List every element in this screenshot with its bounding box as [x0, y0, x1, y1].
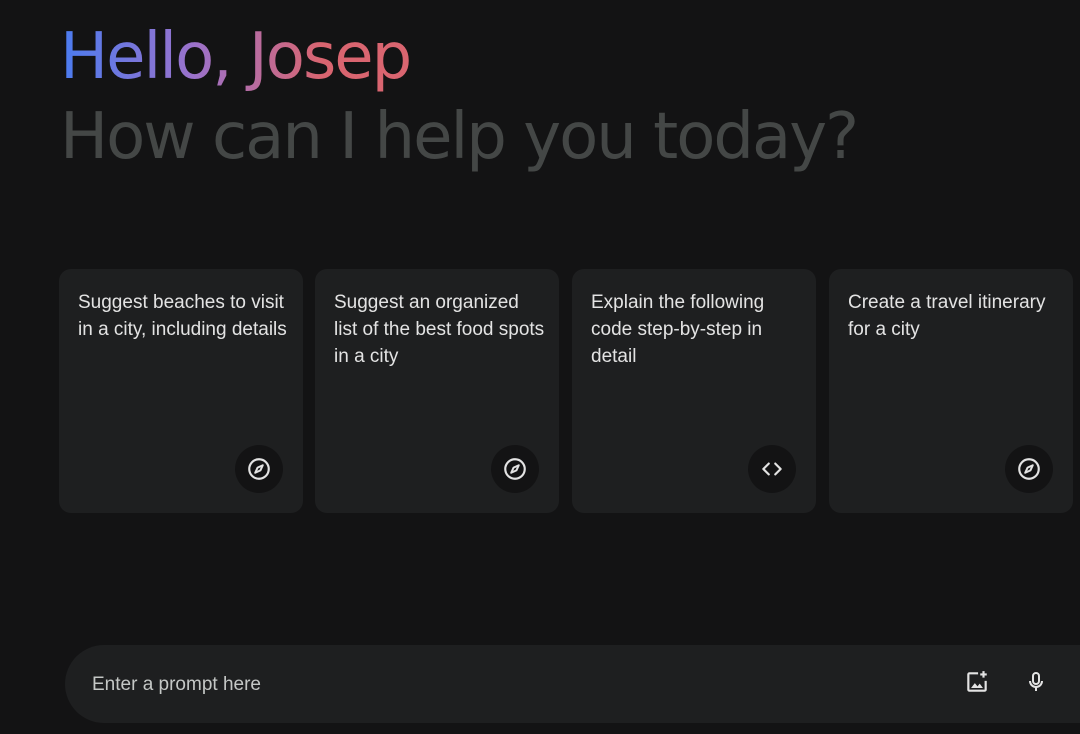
page-subtitle: How can I help you today?: [60, 100, 859, 174]
compass-icon: [1005, 445, 1053, 493]
compass-icon: [491, 445, 539, 493]
greeting: Hello, Josep: [60, 18, 410, 96]
prompt-bar: [65, 645, 1080, 723]
suggestion-card-food[interactable]: Suggest an organized list of the best fo…: [315, 269, 559, 513]
suggestion-card-text: Create a travel itinerary for a city: [848, 292, 1046, 340]
greeting-text: Hello, Josep: [60, 20, 410, 94]
app-page: Hello, Josep How can I help you today? S…: [0, 0, 1080, 734]
microphone-icon: [1024, 670, 1048, 699]
prompt-input[interactable]: [90, 663, 914, 707]
suggestion-card-beaches[interactable]: Suggest beaches to visit in a city, incl…: [59, 269, 303, 513]
suggestion-card-text: Explain the following code step-by-step …: [591, 292, 765, 367]
add-image-icon: [964, 669, 990, 700]
suggestion-card-text: Suggest beaches to visit in a city, incl…: [78, 292, 287, 340]
compass-icon: [235, 445, 283, 493]
suggestion-card-itinerary[interactable]: Create a travel itinerary for a city: [829, 269, 1073, 513]
suggestion-card-code[interactable]: Explain the following code step-by-step …: [572, 269, 816, 513]
suggestion-card-text: Suggest an organized list of the best fo…: [334, 292, 545, 367]
suggestion-cards: Suggest beaches to visit in a city, incl…: [59, 269, 1073, 513]
greeting-prefix: Hello,: [60, 20, 249, 94]
add-image-button[interactable]: [957, 664, 997, 704]
code-icon: [748, 445, 796, 493]
microphone-button[interactable]: [1016, 664, 1056, 704]
greeting-user-name: Josep: [248, 20, 411, 94]
